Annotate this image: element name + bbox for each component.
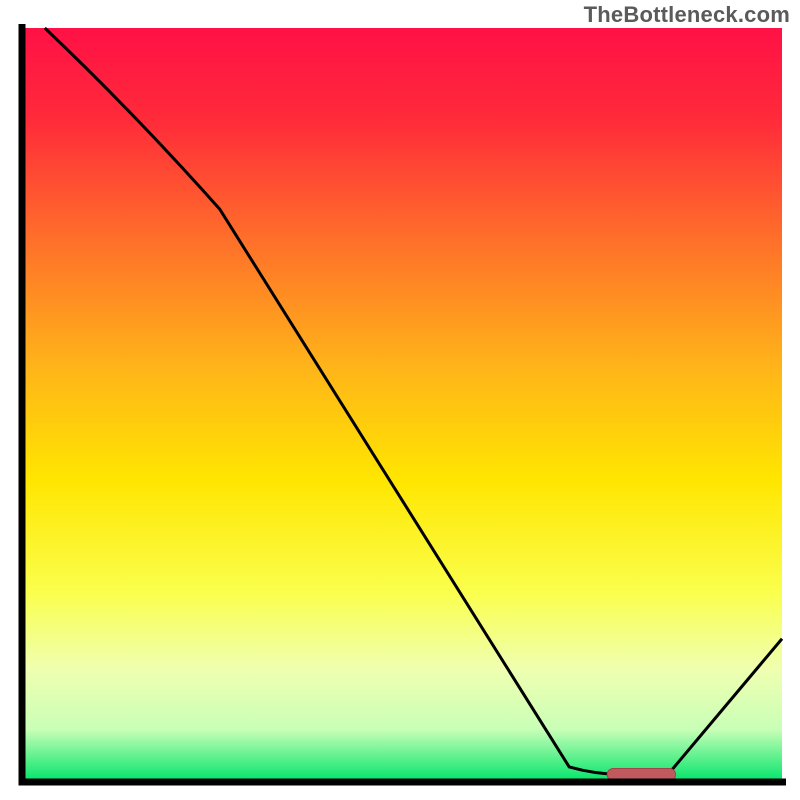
- plot-background: [22, 28, 782, 782]
- chart-root: TheBottleneck.com: [0, 0, 800, 800]
- plot-area: [22, 24, 786, 782]
- chart-svg: [0, 0, 800, 800]
- watermark-text: TheBottleneck.com: [584, 2, 790, 28]
